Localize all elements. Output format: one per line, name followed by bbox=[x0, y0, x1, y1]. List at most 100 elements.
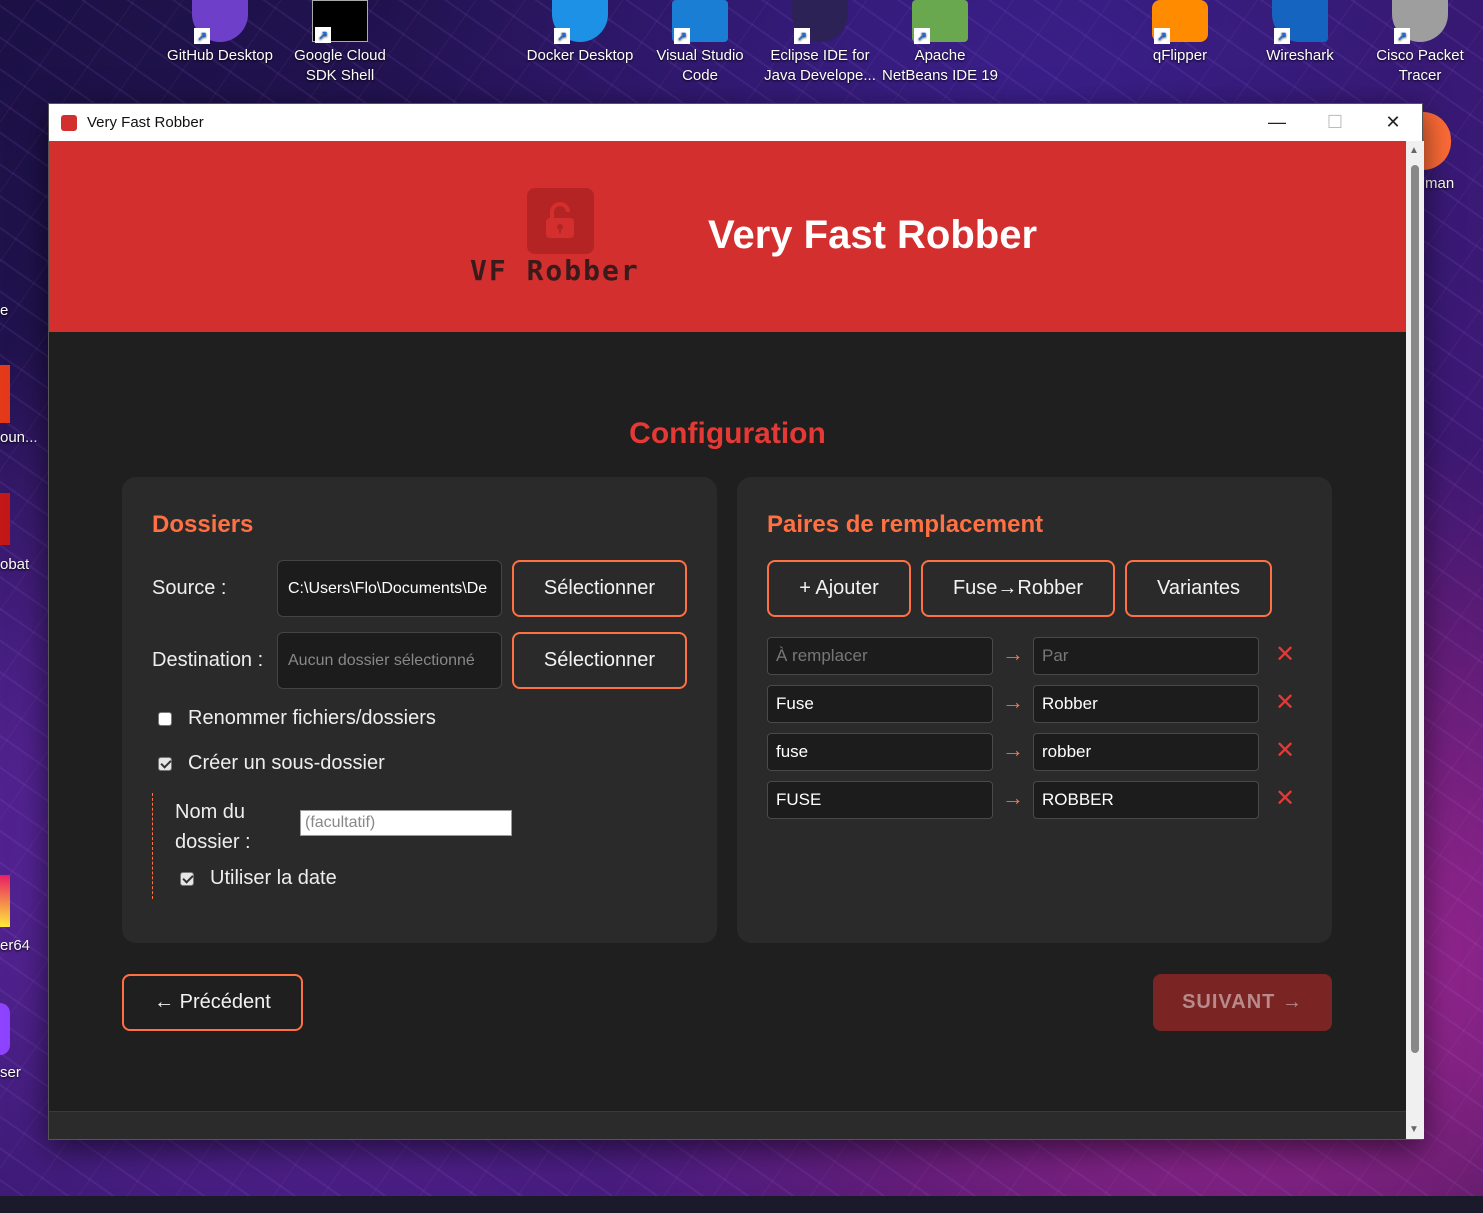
subfolder-option[interactable]: Créer un sous-dossier bbox=[158, 752, 385, 775]
arrow-icon: → bbox=[1002, 785, 1024, 810]
vertical-scrollbar[interactable]: ▲ ▼ bbox=[1406, 141, 1424, 1139]
app-lock-icon bbox=[61, 114, 77, 131]
replace-from-input[interactable]: fuse bbox=[767, 733, 993, 771]
desktop-icon-wireshark[interactable]: ↗ Wireshark bbox=[1240, 0, 1360, 66]
preset-fuse-robber-button[interactable]: Fuse→Robber bbox=[921, 560, 1115, 617]
netbeans-icon: ↗ bbox=[912, 0, 968, 44]
desktop-icon-netbeans[interactable]: ↗ Apache NetBeans IDE 19 bbox=[880, 0, 1000, 86]
app-window: Very Fast Robber — ☐ ✕ VF Robber Very Fa… bbox=[48, 103, 1424, 1140]
previous-button[interactable]: ← Précédent bbox=[122, 974, 303, 1031]
close-button[interactable]: ✕ bbox=[1364, 104, 1422, 141]
use-date-option[interactable]: Utiliser la date bbox=[180, 867, 337, 890]
desktop-partial-label[interactable]: er64 bbox=[0, 937, 30, 954]
desktop-icon-label: SDK Shell bbox=[305, 67, 375, 84]
page-title: Configuration bbox=[629, 417, 826, 450]
variants-button[interactable]: Variantes bbox=[1125, 560, 1272, 617]
desktop-partial-label[interactable]: obat bbox=[0, 556, 29, 573]
use-date-label: Utiliser la date bbox=[210, 867, 337, 889]
select-destination-button[interactable]: Sélectionner bbox=[512, 632, 687, 689]
pairs-title: Paires de remplacement bbox=[767, 511, 1044, 538]
source-path-field[interactable]: C:\Users\Flo\Documents\De bbox=[277, 560, 502, 617]
folder-name-label: Nom du dossier : bbox=[175, 797, 251, 857]
title-bar[interactable]: Very Fast Robber — ☐ ✕ bbox=[49, 104, 1422, 141]
desktop-icon-github[interactable]: ↗ GitHub Desktop bbox=[160, 0, 280, 66]
desktop-partial-label[interactable]: e bbox=[0, 302, 8, 319]
eclipse-icon: ↗ bbox=[792, 0, 848, 44]
desktop-partial-label[interactable]: man bbox=[1425, 175, 1454, 192]
shark-fin-icon: ↗ bbox=[1272, 0, 1328, 44]
replace-to-input[interactable]: robber bbox=[1033, 733, 1259, 771]
desktop-icon-label: Cisco Packet bbox=[1376, 47, 1464, 64]
subfolder-options: Nom du dossier : (facultatif) Utiliser l… bbox=[152, 793, 552, 899]
desktop-icon-label: NetBeans IDE 19 bbox=[882, 67, 998, 84]
replace-to-input[interactable]: Par bbox=[1033, 637, 1259, 675]
delete-pair-button[interactable]: ✕ bbox=[1275, 737, 1295, 765]
source-label: Source : bbox=[152, 577, 227, 599]
desktop-icon-label: Java Develope... bbox=[764, 67, 876, 84]
subfolder-checkbox[interactable] bbox=[158, 756, 172, 771]
desktop-icon-label: GitHub Desktop bbox=[167, 47, 273, 64]
rename-label: Renommer fichiers/dossiers bbox=[188, 707, 436, 729]
app-header: VF Robber Very Fast Robber bbox=[49, 141, 1406, 332]
desktop-icon-vscode[interactable]: ↗ Visual Studio Code bbox=[640, 0, 760, 86]
replace-to-input[interactable]: ROBBER bbox=[1033, 781, 1259, 819]
add-pair-button[interactable]: + Ajouter bbox=[767, 560, 911, 617]
delete-pair-button[interactable]: ✕ bbox=[1275, 689, 1295, 717]
dolphin-icon: ↗ bbox=[1152, 0, 1208, 44]
terminal-icon: ↗ bbox=[312, 0, 368, 43]
desktop-icon-label: Docker Desktop bbox=[526, 47, 634, 64]
replace-from-input[interactable]: Fuse bbox=[767, 685, 993, 723]
folders-card: Dossiers Source : C:\Users\Flo\Documents… bbox=[122, 477, 717, 943]
desktop-icon-docker[interactable]: ↗ Docker Desktop bbox=[520, 0, 640, 66]
desktop-icon-label: qFlipper bbox=[1152, 47, 1208, 64]
desktop-icon-qflipper[interactable]: ↗ qFlipper bbox=[1120, 0, 1240, 66]
use-date-checkbox[interactable] bbox=[180, 871, 194, 886]
pair-row: Fuse → Robber ✕ bbox=[767, 685, 1307, 723]
desktop-partial-label[interactable]: oun... bbox=[0, 429, 38, 446]
packet-tracer-icon: ↗ bbox=[1392, 0, 1448, 44]
arrow-icon: → bbox=[1002, 641, 1024, 666]
footer-bar bbox=[49, 1111, 1406, 1139]
desktop-partial-icon[interactable] bbox=[0, 365, 10, 423]
logo-text: VF Robber bbox=[470, 254, 640, 287]
folder-name-input[interactable]: (facultatif) bbox=[300, 810, 512, 836]
folder-name-label-line: dossier : bbox=[175, 831, 251, 853]
next-button[interactable]: SUIVANT → bbox=[1153, 974, 1332, 1031]
arrow-icon: → bbox=[1002, 689, 1024, 714]
replace-from-input[interactable]: FUSE bbox=[767, 781, 993, 819]
delete-pair-button[interactable]: ✕ bbox=[1275, 641, 1295, 669]
select-source-button[interactable]: Sélectionner bbox=[512, 560, 687, 617]
replace-from-input[interactable]: À remplacer bbox=[767, 637, 993, 675]
rename-checkbox[interactable] bbox=[158, 711, 172, 726]
pair-row: FUSE → ROBBER ✕ bbox=[767, 781, 1307, 819]
desktop-partial-icon[interactable] bbox=[0, 1003, 10, 1055]
pair-row: fuse → robber ✕ bbox=[767, 733, 1307, 771]
docker-icon: ↗ bbox=[552, 0, 608, 44]
scroll-down-icon[interactable]: ▼ bbox=[1409, 1124, 1419, 1135]
minimize-button[interactable]: — bbox=[1248, 104, 1306, 141]
github-icon: ↗ bbox=[192, 0, 248, 44]
desktop-icon-label: Google Cloud bbox=[294, 47, 386, 64]
desktop-icon-label: Apache bbox=[914, 47, 966, 64]
arrow-icon: → bbox=[1002, 737, 1024, 762]
desktop-icon-label: Tracer bbox=[1398, 67, 1442, 84]
desktop-icon-packet-tracer[interactable]: ↗ Cisco Packet Tracer bbox=[1360, 0, 1480, 86]
window-title: Very Fast Robber bbox=[87, 114, 204, 131]
desktop-partial-icon[interactable] bbox=[0, 493, 10, 545]
desktop-partial-icon[interactable] bbox=[0, 875, 10, 927]
rename-option[interactable]: Renommer fichiers/dossiers bbox=[158, 707, 436, 730]
app-content: VF Robber Very Fast Robber Configuration… bbox=[49, 141, 1406, 1139]
desktop-icon-eclipse[interactable]: ↗ Eclipse IDE for Java Develope... bbox=[760, 0, 880, 86]
scroll-thumb[interactable] bbox=[1411, 165, 1419, 1053]
destination-path-field[interactable]: Aucun dossier sélectionné bbox=[277, 632, 502, 689]
scroll-up-icon[interactable]: ▲ bbox=[1409, 145, 1419, 156]
desktop-partial-label[interactable]: ser bbox=[0, 1064, 21, 1081]
desktop-icon-label: Code bbox=[682, 67, 718, 84]
replace-to-input[interactable]: Robber bbox=[1033, 685, 1259, 723]
delete-pair-button[interactable]: ✕ bbox=[1275, 785, 1295, 813]
pairs-card: Paires de remplacement + Ajouter Fuse→Ro… bbox=[737, 477, 1332, 943]
pair-row: À remplacer → Par ✕ bbox=[767, 637, 1307, 675]
taskbar[interactable] bbox=[0, 1196, 1483, 1213]
desktop-icon-gcloud[interactable]: ↗ Google Cloud SDK Shell bbox=[280, 0, 400, 86]
maximize-button[interactable]: ☐ bbox=[1306, 104, 1364, 141]
